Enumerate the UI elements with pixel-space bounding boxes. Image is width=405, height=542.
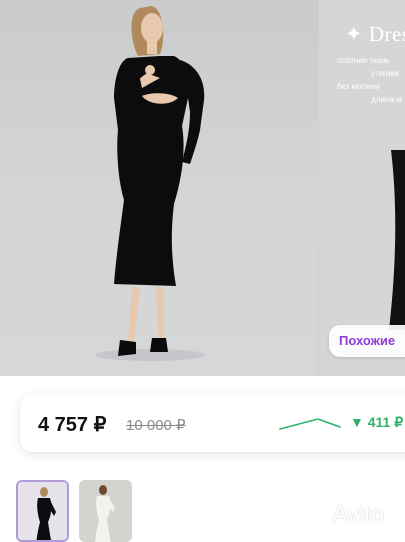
product-photo-main[interactable] xyxy=(0,0,318,376)
promo-title: ✦ Dres xyxy=(345,22,405,46)
model-black-dress-image xyxy=(95,6,205,361)
thumbnail-1[interactable] xyxy=(16,480,69,542)
promo-line: утягива xyxy=(371,69,399,78)
product-photo-next[interactable]: ✦ Dres плотная ткань утягива без молнии … xyxy=(319,0,405,376)
price-history-card[interactable]: 4 757 ₽ 10 000 ₽ ▼ 411 ₽ xyxy=(20,395,405,452)
avito-logo-icon xyxy=(300,502,329,527)
promo-line: длина-м xyxy=(371,95,402,104)
photo-gallery[interactable]: ✦ Dres плотная ткань утягива без молнии … xyxy=(0,0,405,376)
thumbnail-white-dress-image xyxy=(79,480,132,542)
thumbnail-2[interactable] xyxy=(79,480,132,542)
similar-button[interactable]: Похожие xyxy=(329,325,405,357)
promo-features: плотная ткань утягива без молнии длина-м xyxy=(337,54,402,106)
price-trend-sparkline xyxy=(279,418,341,430)
promo-line: без молнии xyxy=(337,82,380,91)
thumbnail-black-dress-image xyxy=(18,482,67,540)
promo-line: плотная ткань xyxy=(337,56,390,65)
price-current: 4 757 ₽ xyxy=(38,414,107,436)
avito-logo-text: Avito xyxy=(332,501,385,527)
price-drop-badge: ▼ 411 ₽ xyxy=(350,414,404,430)
price-old: 10 000 ₽ xyxy=(126,417,186,434)
